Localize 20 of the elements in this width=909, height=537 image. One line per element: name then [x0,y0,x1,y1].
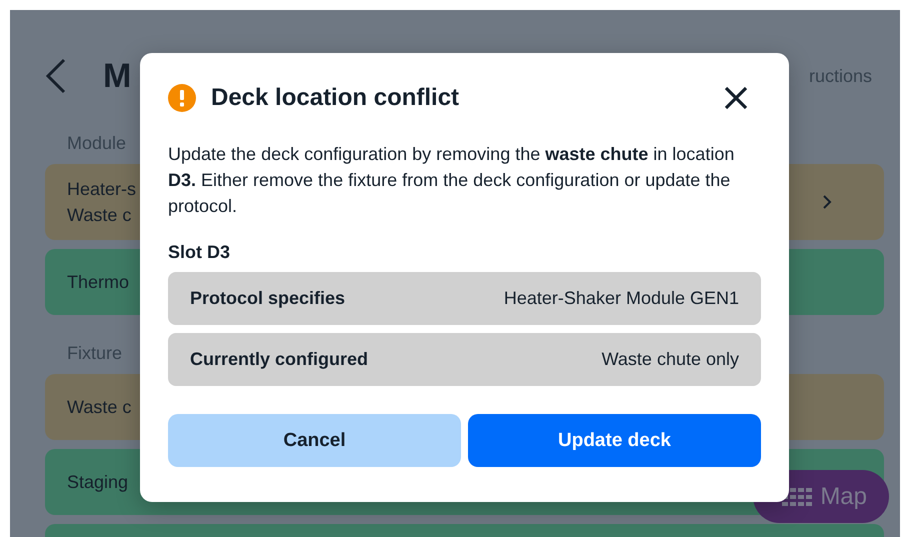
row-label: Protocol specifies [190,288,346,309]
deck-item-name: Staging [67,471,128,494]
deck-item-name: Heater-s Waste c [67,178,136,227]
dialog-message: Update the deck configuration by removing the waste chute in location D3. Either remove the fixture from the deck configuration or update the protocol. [168,143,736,218]
page-title: M [103,56,132,96]
section-label: Module [66,133,126,154]
chevron-right-icon[interactable] [822,194,832,210]
dialog-title: Deck location conflict [211,84,460,112]
cancel-button[interactable]: Cancel [168,414,461,467]
row-label: Currently configured [190,349,368,370]
close-icon[interactable] [724,86,748,110]
update-deck-button[interactable]: Update deck [468,414,761,467]
slot-label: Slot D3 [168,242,232,263]
deck-item-name: Thermo [67,271,130,294]
warning-icon [168,84,196,112]
deck-item-name: Waste c [67,396,132,419]
back-icon[interactable] [45,58,67,94]
section-label: Fixture [66,343,122,364]
row-value: Waste chute only [602,349,739,370]
row-value: Heater-Shaker Module GEN1 [504,288,739,309]
